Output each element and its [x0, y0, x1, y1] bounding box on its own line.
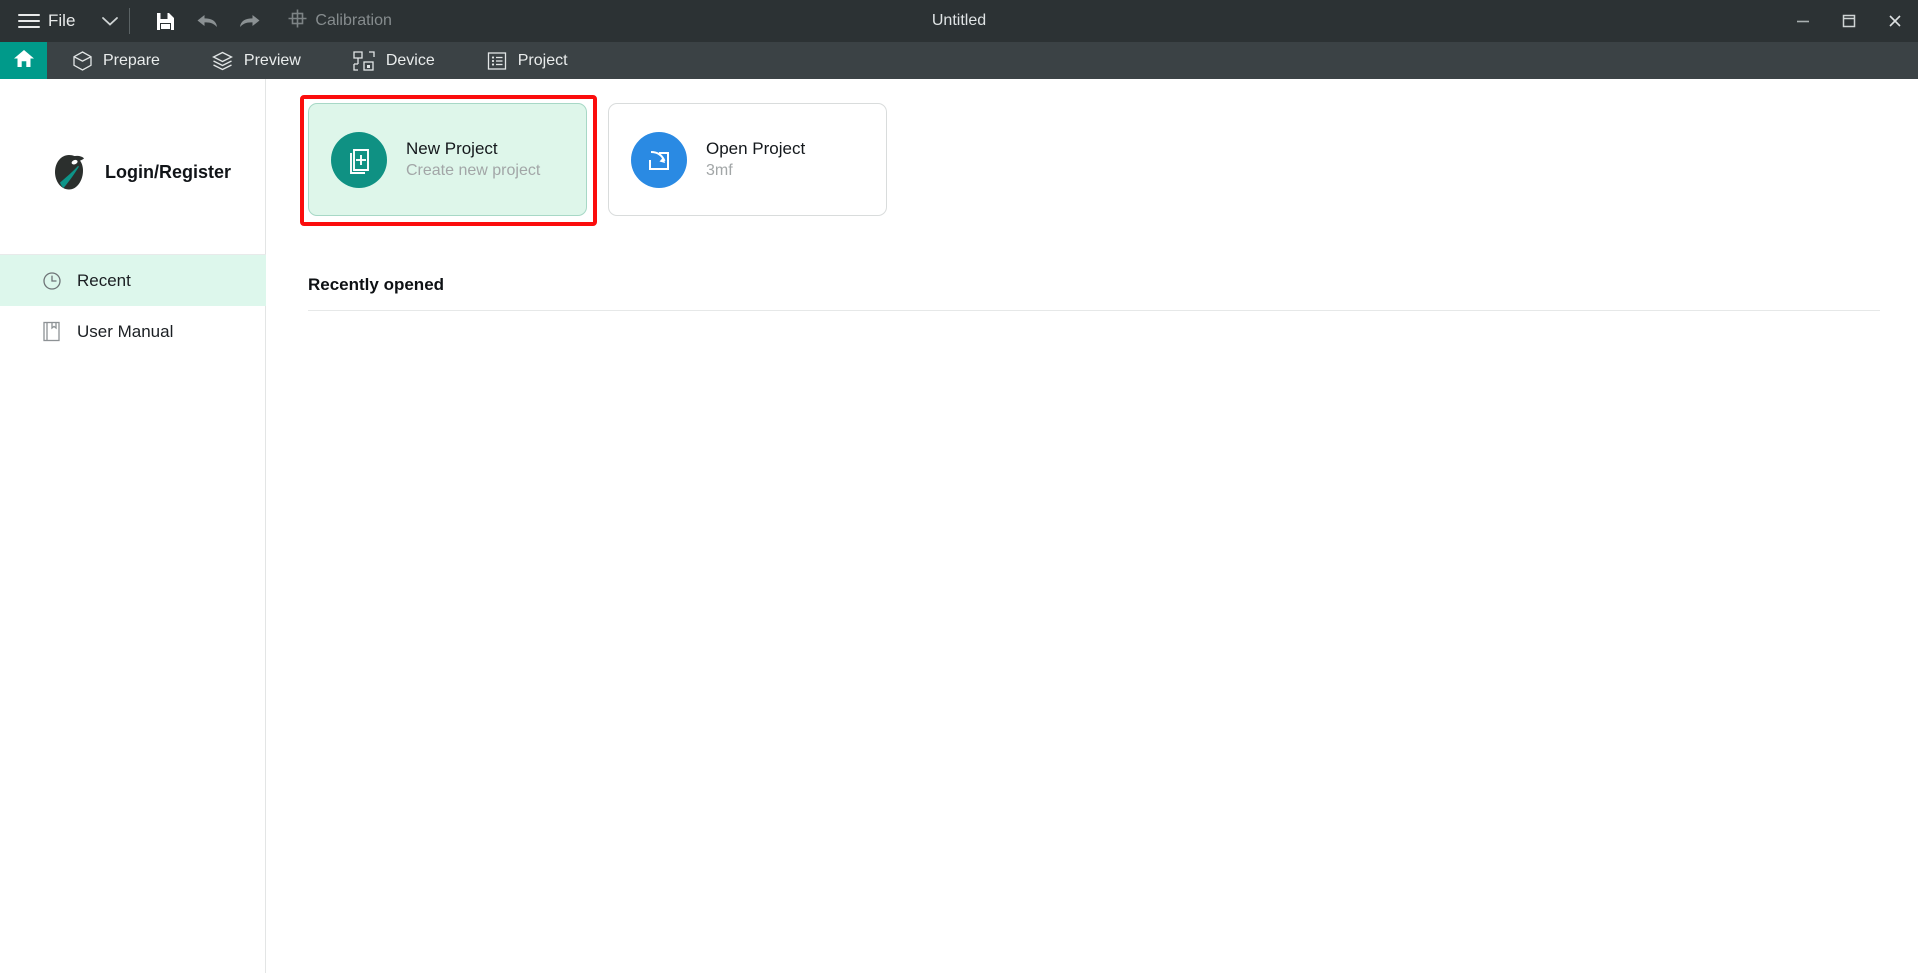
sidebar-item-user-manual-label: User Manual: [77, 321, 174, 341]
file-menu-label: File: [48, 11, 76, 30]
recently-opened-divider: [308, 310, 1880, 311]
minimize-icon[interactable]: [1780, 0, 1826, 42]
main-content: New Project Create new project Open Proj…: [267, 79, 1918, 973]
title-bar: File Calibration Untitled: [0, 0, 1918, 42]
calibration-target-icon: [288, 9, 307, 33]
account-label: Login/Register: [105, 162, 232, 182]
open-project-subtitle: 3mf: [706, 162, 733, 180]
hamburger-icon: [18, 14, 40, 28]
titlebar-left-group: File Calibration: [0, 0, 402, 42]
open-folder-arrow-icon: [631, 131, 687, 188]
tab-project[interactable]: Project: [461, 42, 594, 79]
sidebar-item-recent-label: Recent: [77, 270, 131, 290]
open-project-card-text: Open Project 3mf: [706, 139, 805, 181]
account-login-register[interactable]: Login/Register: [0, 79, 265, 194]
tab-prepare[interactable]: Prepare: [47, 42, 186, 79]
action-cards: New Project Create new project Open Proj…: [300, 95, 887, 226]
list-icon: [487, 51, 507, 71]
sidebar-item-recent[interactable]: Recent: [0, 255, 266, 306]
sidebar: Login/Register Recent User Manual: [0, 79, 266, 973]
save-disk-icon[interactable]: [144, 0, 186, 42]
home-icon: [13, 48, 35, 74]
tab-device[interactable]: Device: [327, 42, 461, 79]
window-controls: [1780, 0, 1918, 42]
device-printer-icon: [353, 50, 375, 71]
layers-icon: [211, 51, 233, 71]
bambu-bird-avatar: [50, 151, 88, 194]
tab-project-label: Project: [517, 51, 568, 69]
recently-opened-title: Recently opened: [308, 275, 445, 294]
clock-icon: [42, 271, 63, 291]
new-document-plus-icon: [331, 131, 387, 188]
tab-device-label: Device: [385, 51, 435, 69]
toolbar-divider: [129, 8, 131, 34]
sidebar-item-user-manual[interactable]: User Manual: [0, 306, 266, 357]
recently-opened-section: Recently opened: [308, 275, 1880, 311]
undo-arrow-icon[interactable]: [186, 0, 228, 42]
calibration-label: Calibration: [315, 12, 392, 29]
chevron-down-icon[interactable]: [101, 15, 119, 27]
open-project-title: Open Project: [706, 138, 806, 158]
book-icon: [42, 321, 63, 342]
open-project-card[interactable]: Open Project 3mf: [608, 103, 887, 216]
redo-arrow-icon[interactable]: [228, 0, 270, 42]
file-menu-button[interactable]: File: [0, 0, 85, 42]
calibration-button[interactable]: Calibration: [278, 0, 401, 42]
sidebar-nav-list: Recent User Manual: [0, 255, 266, 357]
maximize-icon[interactable]: [1826, 0, 1872, 42]
close-icon[interactable]: [1872, 0, 1918, 42]
main-tab-bar: Prepare Preview Device Project: [0, 42, 1918, 79]
new-project-title: New Project: [406, 138, 498, 158]
new-project-card[interactable]: New Project Create new project: [300, 95, 597, 226]
cube-icon: [73, 50, 92, 71]
new-project-subtitle: Create new project: [406, 162, 541, 180]
tab-preview-label: Preview: [243, 51, 301, 69]
tab-preview[interactable]: Preview: [186, 42, 327, 79]
tab-home[interactable]: [0, 42, 47, 79]
tab-prepare-label: Prepare: [103, 51, 160, 69]
new-project-card-text: New Project Create new project: [406, 139, 540, 181]
